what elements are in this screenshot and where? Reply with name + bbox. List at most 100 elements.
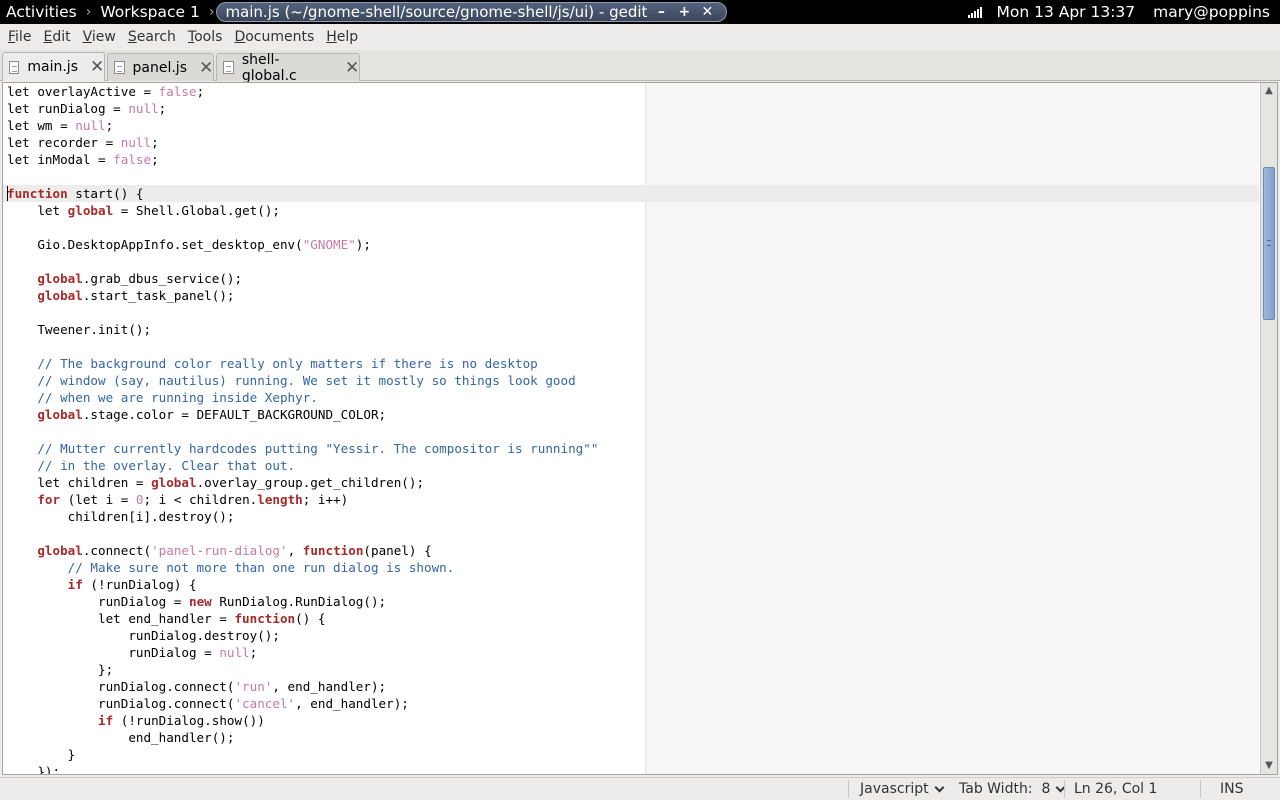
tab-width-selector[interactable]: Tab Width: 8 [959, 781, 1066, 797]
tab-label: shell-global.c [241, 51, 297, 84]
code-token: "GNOME" [302, 237, 356, 252]
code-line[interactable]: // Make sure not more than one run dialo… [7, 559, 598, 576]
breadcrumb-separator: › [85, 4, 92, 20]
code-line[interactable]: // Mutter currently hardcodes putting "Y… [7, 440, 598, 457]
code-line[interactable]: let runDialog = null; [7, 100, 598, 117]
code-token: ; [151, 152, 159, 167]
menu-tools[interactable]: Tools [184, 29, 227, 45]
code-line[interactable]: runDialog.destroy(); [7, 627, 598, 644]
code-line[interactable]: let global = Shell.Global.get(); [7, 202, 598, 219]
code-token: null [120, 135, 152, 150]
code-token: global [37, 407, 83, 422]
code-line[interactable]: } [7, 746, 598, 763]
code-line[interactable]: global.connect('panel-run-dialog', funct… [7, 542, 598, 559]
status-separator [848, 780, 849, 798]
vertical-scrollbar[interactable]: ▲ ▼ [1260, 83, 1277, 774]
code-token: runDialog = [7, 645, 220, 660]
code-token: 0 [135, 492, 144, 507]
code-line[interactable]: let overlayActive = false; [7, 83, 598, 100]
code-line[interactable]: }; [7, 661, 598, 678]
code-line[interactable]: global.start_task_panel(); [7, 287, 598, 304]
close-tab-icon[interactable]: ✕ [90, 59, 104, 76]
code-editor[interactable]: let overlayActive = false; let runDialog … [2, 82, 1278, 775]
tab-shell-global-c[interactable]: shell-global.c ✕ [216, 51, 360, 84]
code-line[interactable]: runDialog.connect('run', end_handler); [7, 678, 598, 695]
scroll-up-arrow-icon[interactable]: ▲ [1261, 83, 1277, 99]
code-line[interactable]: // The background color really only matt… [7, 355, 598, 372]
code-line[interactable] [7, 525, 598, 542]
code-line[interactable]: let children = global.overlay_group.get_… [7, 474, 598, 491]
activities-button[interactable]: Activities [6, 3, 77, 21]
code-line[interactable] [7, 253, 598, 270]
menu-file[interactable]: File [4, 29, 35, 45]
code-line[interactable]: Gio.DesktopAppInfo.set_desktop_env("GNOM… [7, 236, 598, 253]
menu-documents[interactable]: Documents [230, 29, 318, 45]
code-text[interactable]: let overlayActive = false; let runDialog … [7, 83, 598, 774]
language-selector[interactable]: Javascript [860, 781, 945, 797]
code-line[interactable]: children[i].destroy(); [7, 508, 598, 525]
document-icon [223, 61, 234, 74]
code-line[interactable]: global.grab_dbus_service(); [7, 270, 598, 287]
code-token: let [7, 203, 68, 218]
menu-edit[interactable]: Edit [39, 29, 74, 45]
code-line[interactable]: if (!runDialog) { [7, 576, 598, 593]
tab-bar: main.js ✕ panel.js ✕ shell-global.c ✕ [0, 50, 1280, 84]
chevron-down-icon [934, 782, 945, 792]
code-token: // when we are running inside Xephyr. [7, 390, 318, 405]
user-menu[interactable]: mary@poppins [1153, 3, 1270, 21]
code-token: global [37, 543, 83, 558]
code-line[interactable] [7, 168, 598, 185]
code-line[interactable]: let wm = null; [7, 117, 598, 134]
code-line[interactable]: Tweener.init(); [7, 321, 598, 338]
code-token: Tweener.init(); [7, 322, 152, 337]
menu-view[interactable]: View [79, 29, 120, 45]
code-line[interactable]: }); [7, 763, 598, 774]
code-line[interactable]: function start() { [7, 185, 598, 202]
code-token: .connect( [82, 543, 152, 558]
code-line[interactable]: if (!runDialog.show()) [7, 712, 598, 729]
code-token: if [98, 713, 114, 728]
clock[interactable]: Mon 13 Apr 13:37 [996, 3, 1135, 21]
code-line[interactable] [7, 423, 598, 440]
tab-main-js[interactable]: main.js ✕ [2, 52, 105, 81]
code-line[interactable]: for (let i = 0; i < children.length; i++… [7, 491, 598, 508]
close-window-button[interactable]: ✕ [698, 4, 716, 20]
code-line[interactable] [7, 304, 598, 321]
code-token: (!runDialog.show()) [113, 713, 265, 728]
tab-panel-js[interactable]: panel.js ✕ [107, 53, 214, 81]
insert-mode: INS [1220, 781, 1244, 797]
code-line[interactable]: // when we are running inside Xephyr. [7, 389, 598, 406]
workspace-label[interactable]: Workspace 1 [100, 3, 200, 21]
code-line[interactable]: // window (say, nautilus) running. We se… [7, 372, 598, 389]
code-token: runDialog = [7, 594, 189, 609]
code-line[interactable] [7, 219, 598, 236]
code-line[interactable]: let end_handler = function() { [7, 610, 598, 627]
code-token: ; [158, 101, 167, 116]
code-token: ; [196, 84, 205, 99]
scrollbar-thumb[interactable] [1263, 167, 1275, 320]
close-tab-icon[interactable]: ✕ [199, 59, 213, 76]
window-title-pill[interactable]: main.js (~/gnome-shell/source/gnome-shel… [216, 2, 728, 22]
menu-help[interactable]: Help [322, 29, 362, 45]
code-token: () { [295, 611, 326, 626]
code-token: = Shell.Global.get(); [113, 203, 280, 218]
scroll-down-arrow-icon[interactable]: ▼ [1261, 758, 1277, 774]
code-line[interactable]: runDialog = new RunDialog.RunDialog(); [7, 593, 598, 610]
close-tab-icon[interactable]: ✕ [345, 59, 359, 76]
code-line[interactable] [7, 338, 598, 355]
code-line[interactable]: runDialog.connect('cancel', end_handler)… [7, 695, 598, 712]
minimize-button[interactable]: – [652, 4, 670, 20]
code-line[interactable]: global.stage.color = DEFAULT_BACKGROUND_… [7, 406, 598, 423]
code-line[interactable]: end_handler(); [7, 729, 598, 746]
maximize-button[interactable]: + [675, 4, 693, 20]
code-line[interactable]: runDialog = null; [7, 644, 598, 661]
menu-search[interactable]: Search [124, 29, 180, 45]
signal-icon[interactable] [968, 6, 983, 18]
language-label: Javascript [860, 781, 929, 797]
code-line[interactable]: // in the overlay. Clear that out. [7, 457, 598, 474]
code-token: // Make sure not more than one run dialo… [7, 560, 455, 575]
code-line[interactable]: let inModal = false; [7, 151, 598, 168]
code-line[interactable]: let recorder = null; [7, 134, 598, 151]
